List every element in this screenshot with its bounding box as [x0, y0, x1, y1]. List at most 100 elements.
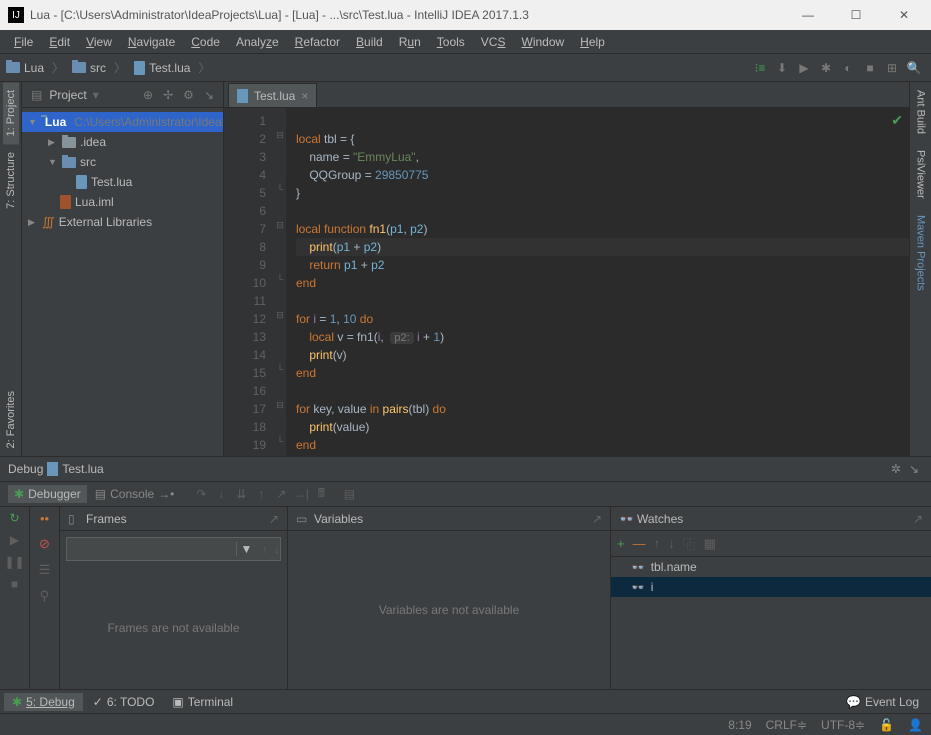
breadcrumb-folder[interactable]: src [90, 61, 106, 75]
prev-frame-icon[interactable]: ↑ [262, 542, 268, 556]
menu-code[interactable]: Code [183, 35, 228, 49]
tool-project-tab[interactable]: 1: Project [3, 82, 19, 144]
expand-icon[interactable]: ▶ [28, 217, 38, 228]
hide-icon[interactable]: ↘ [201, 88, 217, 102]
project-tree[interactable]: ▼ Lua C:\Users\Administrator\IdeaProject… [22, 108, 223, 236]
evaluate-icon[interactable]: 🖩 [312, 485, 330, 503]
menu-tools[interactable]: Tools [429, 35, 473, 49]
tree-root[interactable]: ▼ Lua C:\Users\Administrator\IdeaProject… [22, 112, 223, 132]
cursor-position[interactable]: 8:19 [728, 718, 751, 732]
step-into-icon[interactable]: ↓ [212, 485, 230, 503]
gear-icon[interactable]: ✲ [887, 462, 905, 476]
tool-maven-tab[interactable]: Maven Projects [913, 207, 929, 299]
show-watches-icon[interactable]: ▦ [704, 536, 716, 552]
menu-analyze[interactable]: Analyze [228, 35, 287, 49]
next-frame-icon[interactable]: ↓ [274, 542, 280, 556]
breadcrumb-file[interactable]: Test.lua [149, 61, 190, 75]
stop-icon[interactable]: ■ [859, 57, 881, 79]
step-over-icon[interactable]: ↷ [192, 485, 210, 503]
menu-refactor[interactable]: Refactor [287, 35, 348, 49]
close-button[interactable]: ✕ [889, 8, 919, 22]
file-encoding[interactable]: UTF-8≑ [821, 718, 865, 732]
menu-window[interactable]: Window [513, 35, 572, 49]
expand-icon[interactable]: ▶ [48, 137, 58, 148]
step-out-icon[interactable]: ↑ [252, 485, 270, 503]
tree-iml[interactable]: Lua.iml [22, 192, 223, 212]
debugger-tab[interactable]: ✱Debugger [8, 485, 87, 503]
project-view-icon[interactable]: ▤ [28, 88, 45, 102]
drop-frame-icon[interactable]: ↗ [272, 485, 290, 503]
tree-idea[interactable]: ▶ .idea [22, 132, 223, 152]
menu-edit[interactable]: Edit [41, 35, 78, 49]
watch-item[interactable]: 👓tbl.name [611, 557, 931, 577]
tool-psi-tab[interactable]: PsiViewer [913, 142, 929, 207]
menu-navigate[interactable]: Navigate [120, 35, 183, 49]
inspection-ok-icon[interactable]: ✔ [891, 112, 903, 129]
code-area[interactable]: 12345678910111213141516171819 ⊟└⊟└⊟└⊟└ l… [224, 108, 909, 456]
layout-icon[interactable]: ▤ [340, 485, 358, 503]
coverage-icon[interactable]: ◐ [837, 57, 859, 79]
run-to-cursor-icon[interactable]: →| [292, 485, 310, 503]
pin-icon[interactable]: ↗ [592, 512, 602, 526]
view-breakpoints-icon[interactable]: •• [40, 511, 49, 526]
tool-ant-tab[interactable]: Ant Build [913, 82, 929, 142]
tree-file[interactable]: Test.lua [22, 172, 223, 192]
bottom-eventlog-tab[interactable]: 💬 Event Log [838, 693, 927, 711]
menu-run[interactable]: Run [391, 35, 429, 49]
fold-gutter[interactable]: ⊟└⊟└⊟└⊟└ [274, 108, 286, 456]
move-down-icon[interactable]: ↓ [668, 536, 675, 551]
force-step-into-icon[interactable]: ⇊ [232, 485, 250, 503]
minimize-button[interactable]: — [793, 8, 823, 22]
menu-view[interactable]: View [78, 35, 120, 49]
pause-icon[interactable]: ❚❚ [4, 555, 24, 569]
bottom-todo-tab[interactable]: ✓ 6: TODO [85, 693, 163, 711]
structure-icon[interactable]: ⊞ [881, 57, 903, 79]
tree-src[interactable]: ▼ src [22, 152, 223, 172]
copy-icon[interactable]: ⿻ [683, 534, 696, 553]
mute-breakpoints-icon[interactable]: ⊘ [39, 536, 50, 552]
tool-favorites-tab[interactable]: 2: Favorites [3, 383, 19, 456]
chevron-down-icon[interactable]: ▾ [93, 88, 99, 102]
pin-icon[interactable]: ↗ [913, 512, 923, 526]
editor-tab[interactable]: Test.lua × [228, 83, 317, 107]
add-watch-icon[interactable]: + [617, 536, 625, 551]
bottom-debug-tab[interactable]: ✱5: Debug [4, 693, 83, 711]
hector-icon[interactable]: 👤 [908, 718, 923, 732]
debug-icon[interactable]: ✱ [815, 57, 837, 79]
build-icon[interactable]: ⬇ [771, 57, 793, 79]
console-tab[interactable]: ▤ Console →• [89, 485, 181, 503]
thread-selector[interactable]: ▼ ↑↓ [66, 537, 281, 561]
settings-icon[interactable]: ☰ [39, 562, 51, 578]
maximize-button[interactable]: ☐ [841, 8, 871, 22]
breadcrumb-root[interactable]: Lua [24, 61, 44, 75]
watch-item[interactable]: 👓i [611, 577, 931, 597]
pin-icon[interactable]: ⚲ [40, 588, 50, 604]
resume-icon[interactable]: ▶ [10, 533, 19, 547]
expand-icon[interactable]: ▼ [28, 117, 37, 127]
menu-vcs[interactable]: VCS [473, 35, 514, 49]
tool-structure-tab[interactable]: 7: Structure [3, 144, 19, 217]
menu-help[interactable]: Help [572, 35, 613, 49]
rerun-icon[interactable]: ↻ [9, 511, 19, 525]
run-icon[interactable]: ▶ [793, 57, 815, 79]
collapse-icon[interactable]: ⊕ [140, 88, 156, 102]
expand-icon[interactable]: ▼ [48, 157, 58, 167]
gear-icon[interactable]: ⚙ [180, 88, 197, 102]
code-lines[interactable]: local tbl = { name = "EmmyLua", QQGroup … [286, 108, 909, 456]
close-tab-icon[interactable]: × [301, 89, 308, 103]
menu-build[interactable]: Build [348, 35, 391, 49]
menu-file[interactable]: File [6, 35, 41, 49]
move-up-icon[interactable]: ↑ [654, 536, 661, 551]
settings-icon[interactable]: ✢ [160, 88, 176, 102]
hide-icon[interactable]: ↘ [905, 462, 923, 476]
pin-icon[interactable]: ↗ [269, 512, 279, 526]
bottom-terminal-tab[interactable]: ▣ Terminal [164, 693, 241, 711]
readonly-icon[interactable]: 🔓 [879, 718, 894, 732]
tree-ext-libs[interactable]: ▶ ∭ External Libraries [22, 212, 223, 232]
line-separator[interactable]: CRLF≑ [766, 718, 807, 732]
run-config-icon[interactable]: ⁝≡ [749, 57, 771, 79]
search-icon[interactable]: 🔍 [903, 57, 925, 79]
remove-watch-icon[interactable]: — [633, 536, 646, 551]
line-gutter[interactable]: 12345678910111213141516171819 [224, 108, 274, 456]
watches-list[interactable]: 👓tbl.name 👓i [611, 557, 931, 689]
